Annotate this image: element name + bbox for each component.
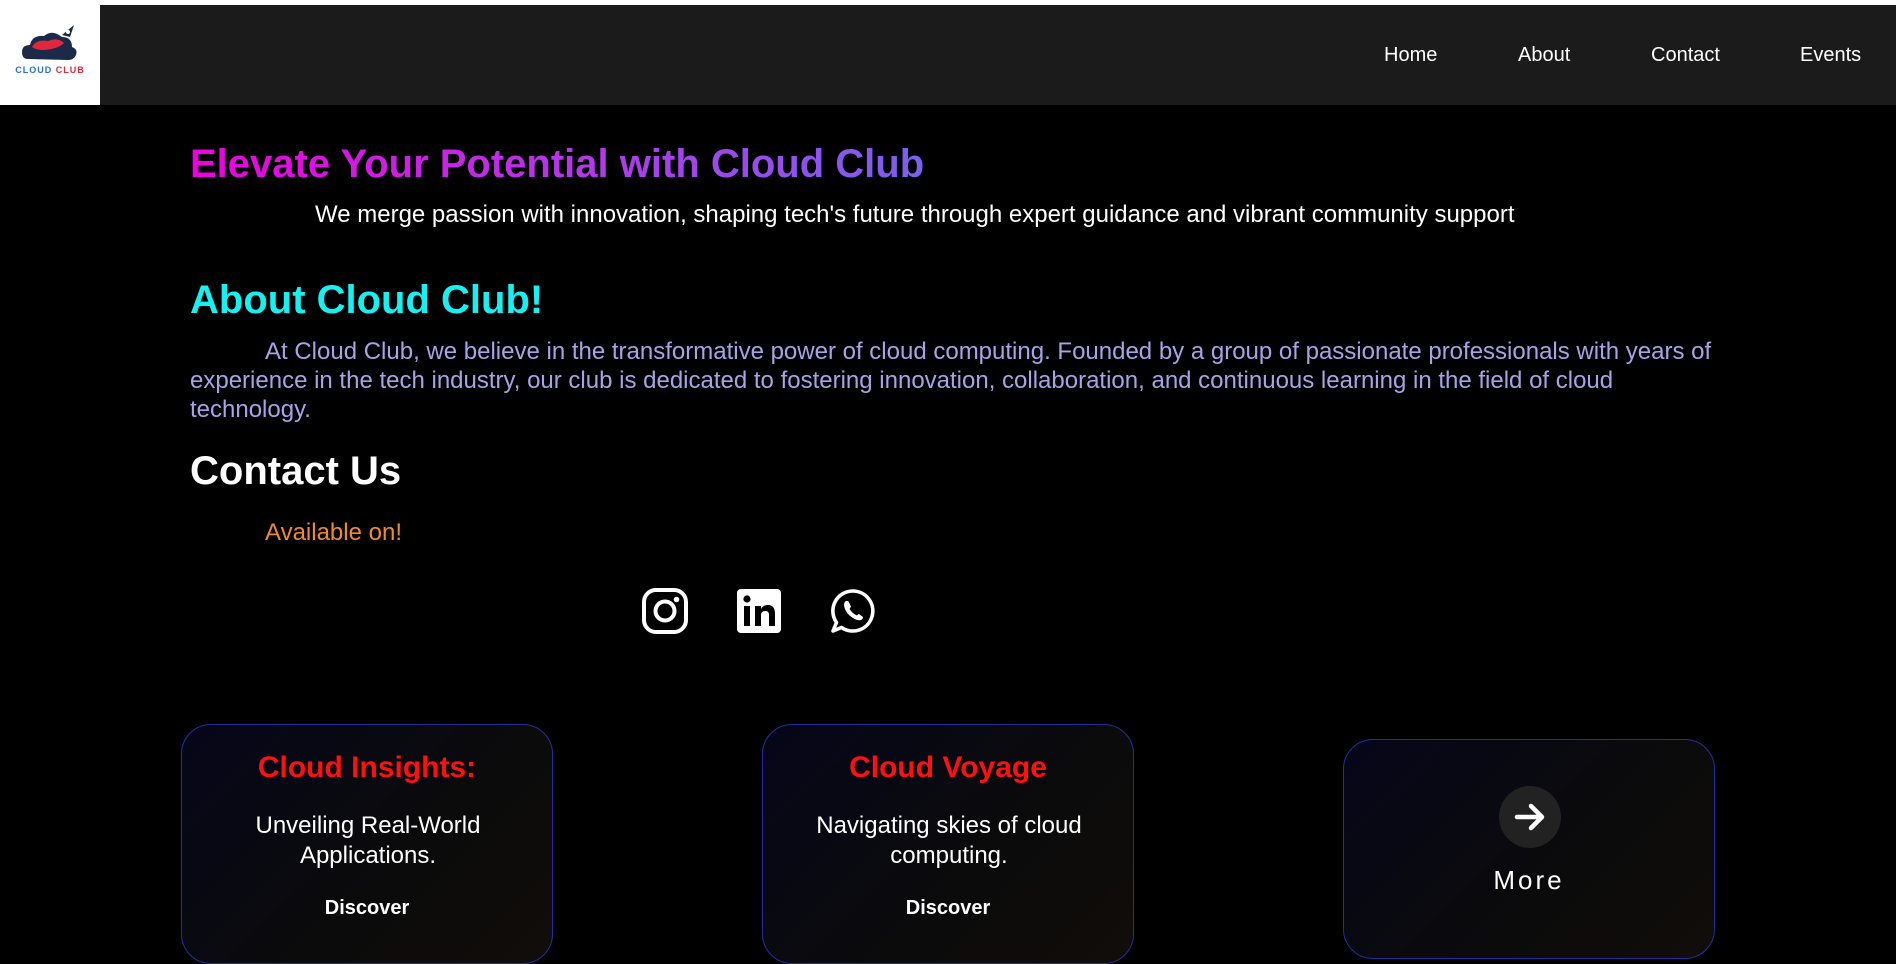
more-button[interactable] — [1499, 786, 1561, 848]
whatsapp-icon[interactable] — [829, 587, 877, 635]
card-description: Unveiling Real-World Applications. — [255, 812, 481, 869]
hero-subtitle: We merge passion with innovation, shapin… — [315, 201, 1515, 228]
card-cloud-insights: Cloud Insights: Unveiling Real-World App… — [181, 724, 553, 964]
arrow-right-icon — [1514, 803, 1545, 831]
about-text: At Cloud Club, we believe in the transfo… — [190, 338, 1712, 423]
more-label: More — [1493, 865, 1565, 895]
about-title: About Cloud Club! — [190, 278, 544, 322]
card-description: Navigating skies of cloud computing. — [816, 812, 1082, 869]
hero-title: Elevate Your Potential with Cloud Club — [190, 142, 925, 186]
contact-title: Contact Us — [190, 449, 402, 493]
cloud-rocket-icon — [22, 25, 77, 60]
instagram-icon[interactable] — [641, 587, 689, 635]
nav-contact-link[interactable]: Contact — [1651, 44, 1720, 67]
navbar: CLOUD CLUB Home About Contact Events — [0, 5, 1896, 105]
card-cloud-voyage: Cloud Voyage Navigating skies of cloud c… — [762, 724, 1134, 964]
discover-link[interactable]: Discover — [763, 897, 1133, 920]
nav-home-link[interactable]: Home — [1384, 44, 1437, 67]
linkedin-icon[interactable] — [735, 587, 783, 635]
logo[interactable]: CLOUD CLUB — [0, 5, 100, 105]
available-on-text: Available on! — [265, 519, 402, 546]
more-card[interactable]: More — [1343, 739, 1715, 959]
discover-link[interactable]: Discover — [182, 897, 552, 920]
logo-text: CLOUD CLUB — [15, 65, 85, 75]
nav-about-link[interactable]: About — [1518, 44, 1570, 67]
nav-events-link[interactable]: Events — [1800, 44, 1861, 67]
card-title: Cloud Insights: — [257, 751, 477, 784]
card-title: Cloud Voyage — [849, 751, 1047, 784]
